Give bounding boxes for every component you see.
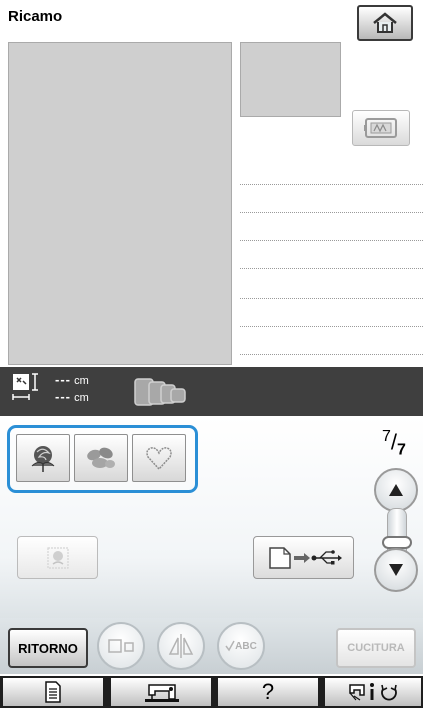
abc-label: ABC <box>235 640 257 652</box>
design-button-heart[interactable] <box>132 434 186 482</box>
scroll-up-button[interactable] <box>374 468 418 512</box>
size-toggle-button[interactable] <box>97 622 145 670</box>
check-abc-button[interactable]: ABC <box>217 622 265 670</box>
scroll-down-button[interactable] <box>374 548 418 592</box>
leaves-design-icon <box>87 447 115 468</box>
home-icon <box>373 12 397 33</box>
info-divider <box>240 240 423 241</box>
design-button-leaves[interactable] <box>74 434 128 482</box>
embroidery-preview-large <box>8 42 232 365</box>
rose-design-icon <box>31 446 55 472</box>
page-counter: 7/7 <box>382 428 406 459</box>
check-icon <box>225 640 235 652</box>
machine-settings-button[interactable] <box>111 678 211 706</box>
manual-button[interactable] <box>3 678 103 706</box>
info-divider <box>240 184 423 185</box>
home-button[interactable] <box>357 5 413 41</box>
heart-outline-design-icon <box>146 447 172 471</box>
info-divider <box>240 326 423 327</box>
info-divider <box>240 212 423 213</box>
embroidery-frame-icon <box>364 118 397 138</box>
back-button[interactable]: RITORNO <box>8 628 88 668</box>
document-icon <box>45 681 61 703</box>
info-divider <box>240 268 423 269</box>
size-measure-icon <box>12 373 38 400</box>
tutorial-button[interactable] <box>325 678 421 706</box>
mirror-button[interactable] <box>157 622 205 670</box>
info-divider <box>240 354 423 355</box>
help-button[interactable]: ? <box>218 678 318 706</box>
design-button-rose[interactable] <box>16 434 70 482</box>
save-to-usb-button[interactable] <box>253 536 354 579</box>
document-to-usb-icon <box>268 546 342 569</box>
size-toggle-icon <box>108 639 134 653</box>
triangle-up-icon <box>389 484 403 496</box>
info-divider <box>240 298 423 299</box>
embroidery-preview-small <box>240 42 341 117</box>
sewing-machine-icon <box>145 684 179 702</box>
pattern-settings-button[interactable] <box>17 536 98 579</box>
triangle-down-icon <box>389 564 403 576</box>
machine-info-icon <box>349 683 397 701</box>
page-title: Ricamo <box>8 8 63 25</box>
pattern-width: --- cm <box>55 389 89 404</box>
frame-sizes-icon <box>134 378 186 406</box>
pattern-height: --- cm <box>55 372 89 387</box>
sew-button[interactable]: CUCITURA <box>336 628 416 668</box>
mirror-icon <box>168 634 194 658</box>
flower-pattern-icon <box>46 546 69 569</box>
frame-display-button[interactable] <box>352 110 410 146</box>
